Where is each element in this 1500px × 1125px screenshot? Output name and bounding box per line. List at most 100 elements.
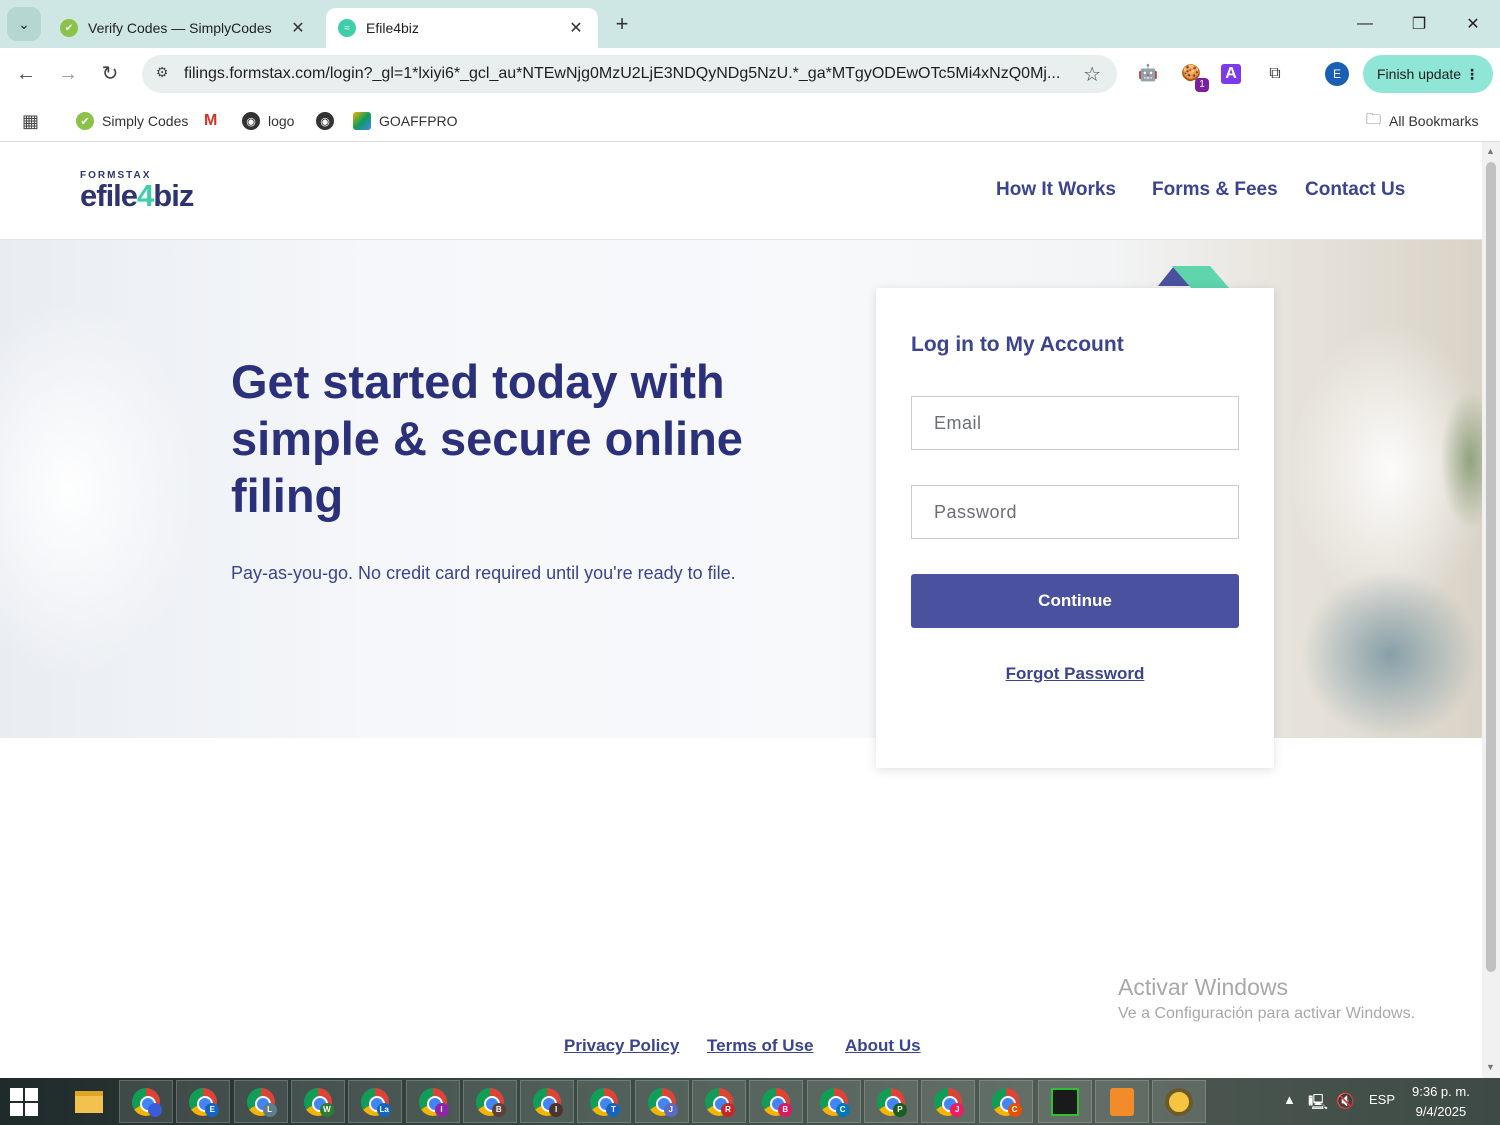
chrome-taskbar-icon[interactable]: W (290, 1080, 345, 1123)
sublime-text-icon[interactable] (1095, 1080, 1149, 1123)
close-window-button[interactable]: ✕ (1446, 0, 1500, 48)
profile-badge: I (434, 1103, 449, 1117)
chrome-taskbar-icon[interactable]: La (348, 1080, 403, 1123)
game-app-icon[interactable] (1038, 1080, 1092, 1123)
tab-efile4biz[interactable]: ≈ Efile4biz ✕ (326, 8, 598, 48)
nav-contact-us[interactable]: Contact Us (1305, 179, 1405, 201)
finish-update-label: Finish update (1377, 66, 1462, 82)
globe-icon: ◉ (242, 112, 260, 130)
continue-button[interactable]: Continue (911, 574, 1239, 628)
tab-simplycodes[interactable]: ✔ Verify Codes — SimplyCodes ✕ (48, 8, 320, 48)
profile-badge: E (205, 1103, 220, 1117)
profile-avatar[interactable]: E (1325, 62, 1349, 86)
efile4biz-favicon-icon: ≈ (338, 19, 356, 37)
chrome-taskbar-icon[interactable]: R (692, 1080, 746, 1123)
chrome-taskbar-icon[interactable] (119, 1080, 173, 1123)
site-header: FORMSTAX efile4biz How It Works Forms & … (0, 142, 1482, 240)
menu-dots-icon: ⋮ (1465, 66, 1479, 82)
scrollbar-thumb[interactable] (1486, 162, 1496, 972)
start-button[interactable] (10, 1088, 38, 1116)
footer-privacy-policy-link[interactable]: Privacy Policy (564, 1036, 679, 1056)
chrome-taskbar-icon[interactable]: J (634, 1080, 689, 1123)
profile-badge: B (778, 1103, 793, 1117)
bookmark-goaffpro[interactable]: GOAFFPRO (353, 110, 458, 132)
bookmark-logo[interactable]: ◉ logo (242, 110, 294, 132)
profile-badge: T (606, 1103, 621, 1117)
profile-badge: La (377, 1103, 392, 1117)
profile-badge: J (663, 1103, 678, 1117)
close-tab-icon[interactable]: ✕ (288, 18, 308, 38)
hero-background-chair (1300, 570, 1480, 738)
scroll-up-arrow-icon[interactable]: ▲ (1486, 146, 1495, 156)
bookmark-gmail[interactable]: M (204, 110, 217, 132)
chrome-taskbar-icon[interactable]: E (176, 1080, 231, 1123)
volume-muted-icon[interactable]: 🔇 (1336, 1092, 1355, 1110)
bookmark-simply-codes[interactable]: ✔ Simply Codes (76, 110, 188, 132)
language-indicator[interactable]: ESP (1369, 1092, 1395, 1107)
apps-grid-icon[interactable]: ▦ (22, 110, 39, 132)
bookmarks-bar: ▦ ✔ Simply Codes M ◉ logo ◉ GOAFFPRO 🗀 A… (0, 100, 1500, 142)
extension-robot-icon[interactable]: 🤖 (1136, 62, 1160, 86)
extension-cookie-icon[interactable]: 🍪 1 (1179, 62, 1209, 92)
tab-strip: ⌄ ✔ Verify Codes — SimplyCodes ✕ ≈ Efile… (0, 0, 1500, 48)
new-tab-button[interactable]: + (608, 10, 636, 38)
logo-part-efile: efile (80, 178, 138, 213)
profile-badge (148, 1103, 162, 1117)
extensions-puzzle-icon[interactable]: ⧉ (1263, 62, 1287, 86)
profile-badge: C (1007, 1103, 1022, 1117)
gmail-icon: M (204, 112, 218, 129)
file-explorer-icon[interactable] (62, 1080, 116, 1123)
nav-how-it-works[interactable]: How It Works (996, 179, 1116, 201)
address-bar[interactable]: ⚙ filings.formstax.com/login?_gl=1*lxiyi… (142, 55, 1117, 93)
chrome-taskbar-icon[interactable]: B (749, 1080, 804, 1123)
profile-badge: C (835, 1103, 850, 1117)
bookmark-globe[interactable]: ◉ (316, 110, 342, 132)
footer-about-us-link[interactable]: About Us (845, 1036, 921, 1056)
profile-badge: J (950, 1103, 965, 1117)
bookmark-label: GOAFFPRO (379, 113, 458, 129)
chrome-taskbar-icon[interactable]: I (405, 1080, 460, 1123)
page-scrollbar[interactable]: ▲ ▼ (1482, 142, 1500, 1078)
chrome-taskbar-icon[interactable]: J (921, 1080, 976, 1123)
chrome-taskbar-icon[interactable]: P (863, 1080, 918, 1123)
extension-a-icon[interactable]: A (1221, 64, 1241, 84)
site-settings-icon[interactable]: ⚙ (152, 64, 172, 84)
profile-badge: R (721, 1103, 735, 1117)
folder-icon: 🗀 (1366, 110, 1382, 128)
efile4biz-logo[interactable]: FORMSTAX efile4biz (80, 170, 194, 213)
yellow-app-icon[interactable] (1152, 1080, 1206, 1123)
chrome-taskbar-icon[interactable]: C (978, 1080, 1033, 1123)
page-viewport: FORMSTAX efile4biz How It Works Forms & … (0, 142, 1482, 1078)
chrome-taskbar-icon[interactable]: C (806, 1080, 861, 1123)
tab-title: Efile4biz (366, 20, 419, 36)
restore-button[interactable]: ❐ (1392, 0, 1446, 48)
back-button[interactable]: ← (12, 60, 40, 88)
forgot-password-link[interactable]: Forgot Password (876, 664, 1274, 684)
url-text[interactable]: filings.formstax.com/login?_gl=1*lxiyi6*… (184, 65, 1064, 83)
logo-part-biz: biz (153, 178, 194, 213)
email-field[interactable] (911, 396, 1239, 450)
scroll-down-arrow-icon[interactable]: ▼ (1486, 1062, 1495, 1072)
chrome-taskbar-icon[interactable]: B (462, 1080, 517, 1123)
chrome-taskbar-icon[interactable]: I (520, 1080, 575, 1123)
nav-forms-fees[interactable]: Forms & Fees (1152, 179, 1278, 201)
bookmark-star-icon[interactable]: ☆ (1083, 62, 1101, 87)
profile-badge: I (549, 1103, 564, 1117)
system-clock[interactable]: 9:36 p. m. 9/4/2025 (1412, 1082, 1470, 1122)
close-tab-icon[interactable]: ✕ (566, 18, 586, 38)
minimize-button[interactable]: — (1338, 0, 1392, 48)
footer-terms-of-use-link[interactable]: Terms of Use (707, 1036, 813, 1056)
extension-badge: 1 (1195, 78, 1209, 92)
chrome-taskbar-icon[interactable]: T (577, 1080, 632, 1123)
tray-expand-icon[interactable]: ▲ (1283, 1092, 1296, 1107)
clock-date: 9/4/2025 (1415, 1104, 1467, 1119)
network-icon[interactable]: 🖳 (1308, 1092, 1328, 1117)
all-bookmarks-button[interactable]: 🗀 All Bookmarks (1366, 110, 1478, 132)
password-field[interactable] (911, 485, 1239, 539)
forward-button[interactable]: → (54, 60, 82, 88)
tab-search-button[interactable]: ⌄ (7, 7, 41, 41)
tab-title: Verify Codes — SimplyCodes (88, 20, 272, 36)
chrome-taskbar-icon[interactable]: L (233, 1080, 288, 1123)
finish-update-button[interactable]: Finish update ⋮ (1363, 55, 1493, 93)
reload-button[interactable]: ↻ (96, 60, 124, 88)
